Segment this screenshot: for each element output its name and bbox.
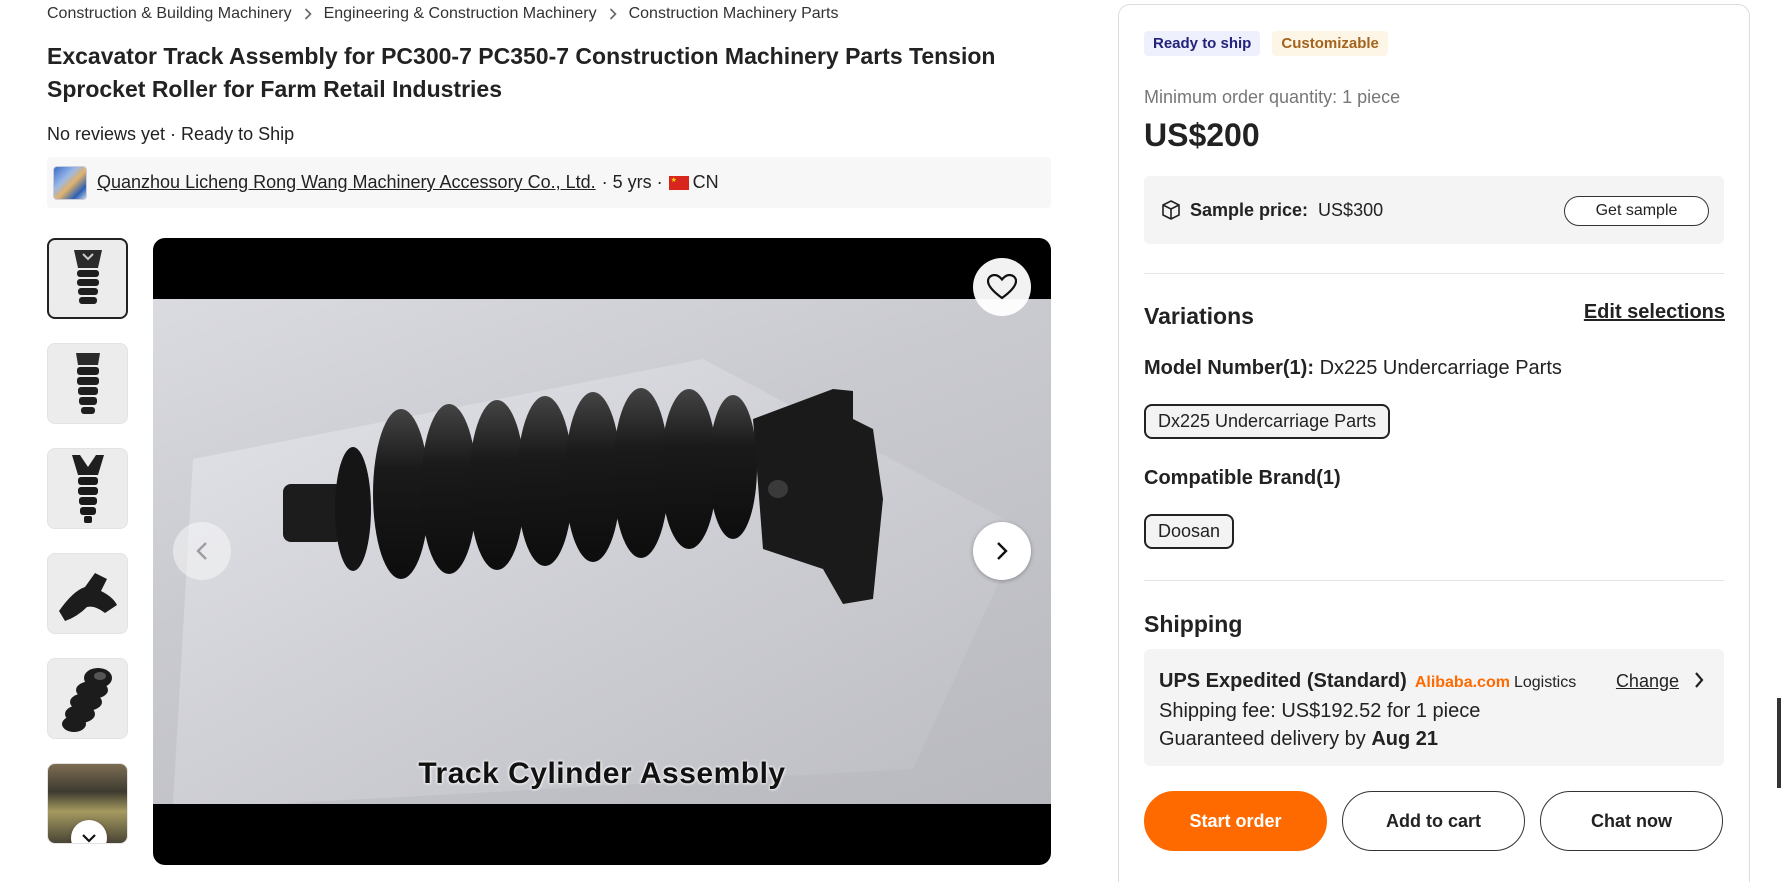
chevron-right-icon — [997, 542, 1008, 560]
supplier-years: · 5 yrs · — [601, 172, 663, 192]
supplier-meta: · 5 yrs · CN — [602, 172, 719, 193]
thumbnail[interactable] — [47, 763, 128, 844]
supplier-country: CN — [692, 172, 719, 192]
variations-heading: Variations — [1144, 303, 1254, 329]
edit-selections-link[interactable]: Edit selections — [1584, 301, 1725, 324]
shipping-method: UPS Expedited (Standard) — [1159, 670, 1407, 692]
delivery-date: Aug 21 — [1371, 728, 1439, 750]
get-sample-button[interactable]: Get sample — [1564, 196, 1709, 226]
product-title: Excavator Track Assembly for PC300-7 PC3… — [47, 43, 996, 102]
minimum-order-quantity: Minimum order quantity: 1 piece — [1144, 87, 1401, 107]
breadcrumb-item[interactable]: Construction Machinery Parts — [629, 5, 839, 23]
purchase-panel: Ready to ship Customizable Minimum order… — [1118, 4, 1750, 882]
logistics-label: Logistics — [1513, 674, 1577, 691]
model-number-row: Model Number(1): Dx225 Undercarriage Par… — [1144, 357, 1562, 380]
supplier-logo[interactable] — [53, 165, 87, 200]
alibaba-logo: Alibaba.com — [1414, 674, 1510, 691]
shipping-heading: Shipping — [1144, 611, 1243, 637]
badge-row: Ready to ship Customizable — [1144, 31, 1388, 56]
supplier-bar: Quanzhou Licheng Rong Wang Machinery Acc… — [47, 157, 1051, 208]
compatible-brand-label: Compatible Brand(1) — [1144, 467, 1341, 489]
thumbnail[interactable] — [47, 343, 128, 424]
flag-icon — [668, 175, 689, 190]
sample-price-value: US$300 — [1318, 199, 1384, 220]
shipping-fee: Shipping fee: US$192.52 for 1 piece — [1159, 700, 1481, 722]
sample-price-label: Sample price: — [1190, 199, 1309, 220]
model-option-chip[interactable]: Dx225 Undercarriage Parts — [1144, 404, 1391, 439]
chevron-right-icon[interactable] — [1694, 671, 1704, 689]
thumbnail-list — [47, 238, 129, 868]
unit-price: US$200 — [1144, 117, 1260, 153]
thumbnail[interactable] — [47, 448, 128, 529]
breadcrumb: Construction & Building Machinery Engine… — [47, 5, 838, 23]
supplier-name-link[interactable]: Quanzhou Licheng Rong Wang Machinery Acc… — [97, 172, 596, 193]
customizable-badge: Customizable — [1272, 31, 1388, 56]
main-product-image[interactable]: Track Cylinder Assembly — [153, 238, 1051, 865]
sample-price-box: Sample price: US$300 Get sample — [1144, 176, 1724, 244]
review-status: No reviews yet · Ready to Ship — [47, 124, 295, 144]
breadcrumb-item[interactable]: Construction & Building Machinery — [47, 5, 292, 23]
thumbnail[interactable] — [47, 238, 128, 319]
heart-icon — [987, 274, 1017, 300]
divider — [1144, 580, 1724, 581]
add-to-cart-button[interactable]: Add to cart — [1342, 791, 1525, 851]
change-shipping-link[interactable]: Change — [1616, 667, 1679, 695]
product-photo — [153, 299, 1051, 804]
breadcrumb-item[interactable]: Engineering & Construction Machinery — [324, 5, 597, 23]
model-number-value: Dx225 Undercarriage Parts — [1319, 357, 1562, 379]
chevron-right-icon — [304, 8, 312, 20]
scrollbar-thumb[interactable] — [1777, 698, 1781, 788]
ready-to-ship-badge: Ready to ship — [1144, 31, 1261, 56]
delivery-row: Guaranteed delivery by Aug 21 — [1159, 725, 1709, 753]
compatible-brand-row: Compatible Brand(1) — [1144, 467, 1341, 490]
chat-now-button[interactable]: Chat now — [1540, 791, 1723, 851]
start-order-button[interactable]: Start order — [1144, 791, 1327, 851]
chevron-left-icon — [196, 542, 207, 560]
thumbnails-scroll-down-button[interactable] — [71, 820, 107, 843]
favorite-button[interactable] — [973, 258, 1031, 316]
action-buttons: Start order Add to cart Chat now — [1144, 791, 1723, 851]
next-image-button[interactable] — [973, 522, 1031, 580]
model-number-label: Model Number(1): — [1144, 357, 1314, 379]
chevron-right-icon — [609, 8, 617, 20]
thumbnail[interactable] — [47, 553, 128, 634]
previous-image-button[interactable] — [173, 522, 231, 580]
box-icon — [1162, 200, 1180, 220]
chevron-down-icon — [82, 834, 96, 843]
thumbnail[interactable] — [47, 658, 128, 739]
image-caption: Track Cylinder Assembly — [418, 757, 786, 790]
delivery-prefix: Guaranteed delivery by — [1159, 728, 1366, 750]
shipping-box: UPS Expedited (Standard) Alibaba.com Logis… — [1144, 649, 1724, 766]
divider — [1144, 273, 1724, 274]
brand-option-chip[interactable]: Doosan — [1144, 514, 1235, 549]
